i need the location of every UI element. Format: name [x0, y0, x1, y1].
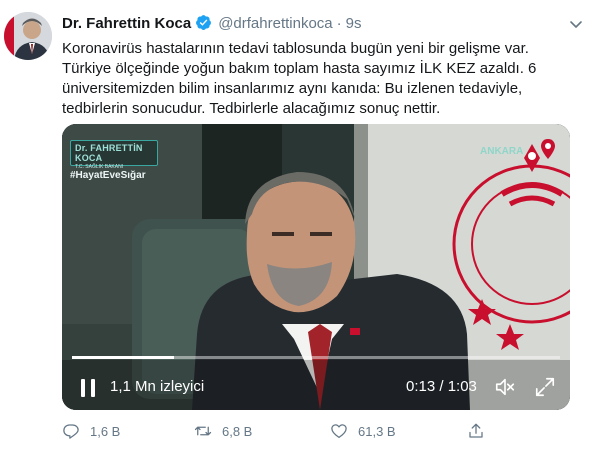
- like-count: 61,3 B: [358, 423, 396, 439]
- tweet[interactable]: Dr. Fahrettin Koca @drfahrettinkoca · 9s Ko…: [0, 0, 602, 450]
- progress-bar[interactable]: [72, 356, 560, 359]
- reply-icon: [63, 424, 79, 439]
- retweet-count: 6,8 B: [222, 423, 253, 439]
- tweet-actions: 1,6 B 6,8 B 61,3 B: [62, 420, 582, 442]
- tweet-time[interactable]: 9s: [346, 15, 362, 32]
- verified-badge-icon: [195, 14, 212, 35]
- video-controls: 1,1 Mn izleyici 0:13 / 1:03: [62, 374, 570, 404]
- pause-icon: [81, 379, 95, 397]
- reply-button[interactable]: 1,6 B: [62, 420, 120, 442]
- author-handle[interactable]: @drfahrettinkoca: [218, 15, 332, 32]
- tweet-header: Dr. Fahrettin Koca @drfahrettinkoca · 9s: [62, 14, 582, 36]
- progress-fill: [72, 356, 175, 359]
- volume-muted-icon: [495, 378, 515, 396]
- brand-name: Dr. FAHRETTİN KOCA: [75, 143, 143, 163]
- channel-brand: Dr. FAHRETTİN KOCA T.C. SAĞLIK BAKANI: [70, 140, 158, 170]
- tweet-text: Koronavirüs hastalarının tedavi tablosun…: [62, 40, 537, 117]
- avatar-photo: [4, 12, 52, 60]
- fullscreen-button[interactable]: [534, 376, 556, 398]
- retweet-button[interactable]: 6,8 B: [194, 420, 252, 442]
- video-player[interactable]: Dr. FAHRETTİN KOCA T.C. SAĞLIK BAKANI #H…: [62, 124, 570, 410]
- share-icon: [469, 423, 483, 438]
- heart-icon: [331, 424, 347, 439]
- pause-button[interactable]: [76, 376, 100, 400]
- view-count: 1,1 Mn izleyici: [110, 378, 205, 395]
- fullscreen-icon: [535, 377, 555, 397]
- header-separator: ·: [336, 15, 342, 32]
- avatar[interactable]: [4, 12, 52, 60]
- video-timecode: 0:13 / 1:03: [406, 378, 477, 395]
- retweet-icon: [194, 426, 212, 436]
- chevron-down-icon[interactable]: [568, 16, 584, 32]
- author-name[interactable]: Dr. Fahrettin Koca: [62, 15, 191, 32]
- like-button[interactable]: 61,3 B: [330, 420, 396, 442]
- reply-count: 1,6 B: [90, 423, 121, 439]
- share-button[interactable]: [467, 420, 495, 442]
- location-label: ANKARA: [480, 146, 524, 157]
- location-pin-icon: [541, 139, 555, 159]
- video-hashtag: #HayatEveSığar: [70, 170, 146, 181]
- mute-button[interactable]: [494, 376, 516, 398]
